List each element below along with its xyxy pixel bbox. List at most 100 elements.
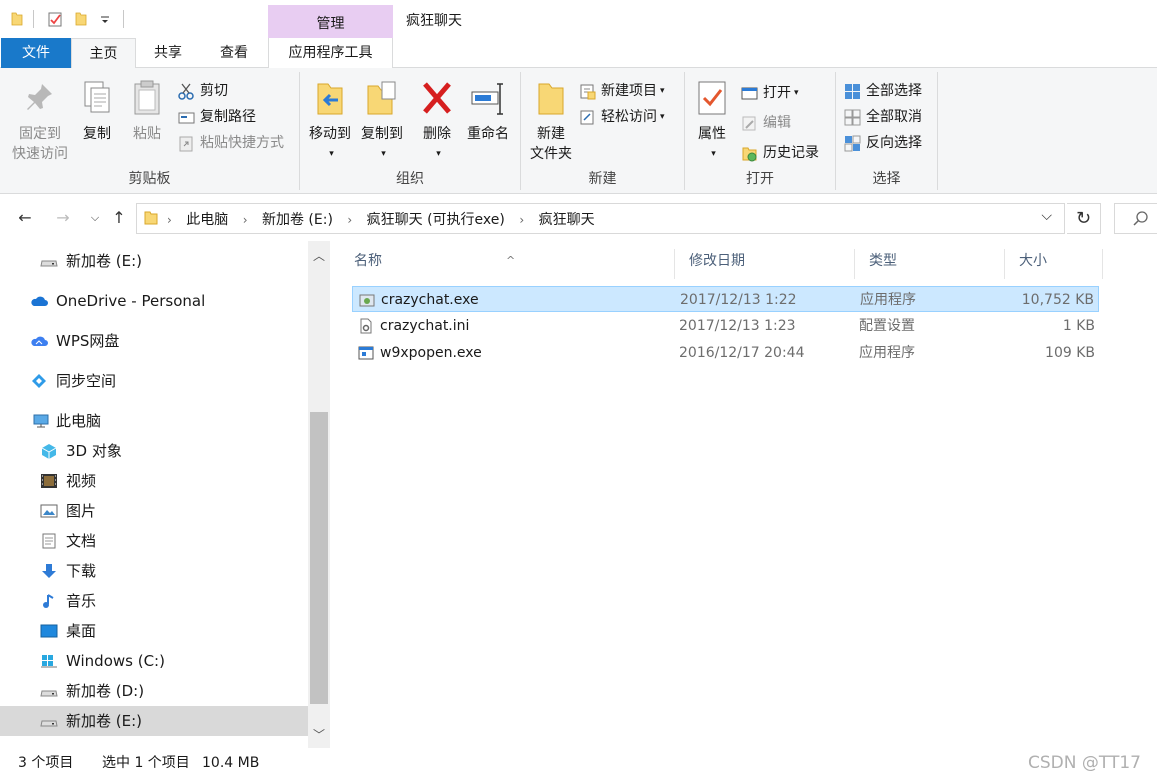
column-header-name[interactable]: 名称 ^: [340, 249, 675, 279]
scrollbar-thumb[interactable]: [310, 412, 328, 704]
back-arrow-icon[interactable]: ←: [14, 207, 36, 229]
properties-button[interactable]: 属性 ▾: [691, 78, 733, 164]
refresh-icon[interactable]: ↻: [1067, 203, 1101, 234]
nav-item-desktop[interactable]: 桌面: [0, 616, 308, 646]
tab-share[interactable]: 共享: [138, 38, 198, 68]
delete-dropdown-icon: ▾: [436, 149, 441, 159]
breadcrumb-current-folder[interactable]: 疯狂聊天: [539, 212, 595, 228]
file-row[interactable]: crazychat.exe 2017/12/13 1:22 应用程序 10,75…: [352, 286, 1099, 312]
paste-button[interactable]: 粘贴: [124, 78, 170, 144]
select-all-button[interactable]: 全部选择: [844, 80, 922, 102]
new-item-dropdown-icon: ▾: [660, 86, 665, 96]
navigation-bar: ← → ⌵ ↑ › 此电脑 › 新加卷 (E:) › 疯狂聊天 (可执行exe)…: [0, 197, 1157, 241]
nav-item-videos[interactable]: 视频: [0, 466, 308, 496]
item-count: 3 个项目: [18, 755, 74, 771]
copy-path-icon: [178, 112, 195, 124]
edit-button[interactable]: 编辑: [741, 112, 791, 134]
file-size: 109 KB: [1045, 345, 1095, 361]
delete-label: 删除: [423, 126, 451, 142]
breadcrumb-this-pc[interactable]: 此电脑: [186, 212, 228, 228]
paste-shortcut-button[interactable]: 粘贴快捷方式: [178, 132, 284, 154]
copy-button[interactable]: 复制: [74, 78, 120, 144]
nav-item-drive-e-top[interactable]: 新加卷 (E:): [0, 246, 308, 276]
nav-item-documents[interactable]: 文档: [0, 526, 308, 556]
status-bar: 3 个项目 选中 1 个项目 10.4 MB CSDN @TT17: [0, 748, 1157, 779]
file-date: 2017/12/13 1:22: [680, 292, 797, 308]
file-date: 2017/12/13 1:23: [679, 318, 796, 334]
breadcrumb-separator-icon: ›: [347, 213, 353, 227]
tab-home[interactable]: 主页: [71, 38, 136, 69]
new-group-label: 新建: [588, 171, 617, 187]
tab-app-tools[interactable]: 应用程序工具: [268, 38, 393, 68]
search-box[interactable]: [1114, 203, 1157, 234]
config-settings-icon: [360, 318, 372, 334]
scroll-down-chevron-icon[interactable]: ﹀: [308, 724, 330, 746]
nav-item-downloads[interactable]: 下载: [0, 556, 308, 586]
desktop-icon: [40, 624, 58, 638]
nav-item-3d-objects[interactable]: 3D 对象: [0, 436, 308, 466]
properties-check-icon[interactable]: [48, 11, 62, 27]
history-button[interactable]: 历史记录: [741, 142, 819, 164]
document-icon: [42, 533, 56, 549]
column-header-type[interactable]: 类型: [855, 249, 1005, 279]
file-type: 应用程序: [860, 292, 916, 308]
column-header-size[interactable]: 大小: [1005, 249, 1103, 279]
up-arrow-icon[interactable]: ↑: [108, 207, 130, 229]
navigation-pane-scrollbar[interactable]: ︿ ﹀: [308, 241, 330, 748]
folder-icon[interactable]: [10, 11, 24, 27]
select-none-button[interactable]: 全部取消: [844, 106, 922, 128]
select-group-label: 选择: [872, 171, 901, 187]
breadcrumb-parent-folder[interactable]: 疯狂聊天 (可执行exe): [367, 212, 505, 228]
pin-to-quick-access-button[interactable]: 固定到 快速访问: [8, 78, 72, 164]
paste-icon: [134, 80, 160, 115]
copy-to-button[interactable]: 复制到 ▾: [356, 78, 408, 164]
rename-button[interactable]: 重命名: [462, 78, 514, 144]
file-row[interactable]: crazychat.ini 2017/12/13 1:23 配置设置 1 KB: [352, 313, 1099, 339]
qat-dropdown-icon[interactable]: [98, 11, 112, 27]
video-film-icon: [41, 474, 57, 488]
file-row[interactable]: w9xpopen.exe 2016/12/17 20:44 应用程序 109 K…: [352, 340, 1099, 366]
column-header-date[interactable]: 修改日期: [675, 249, 855, 279]
easy-access-button[interactable]: 轻松访问 ▾: [579, 106, 665, 128]
forward-arrow-icon[interactable]: →: [52, 207, 74, 229]
nav-item-this-pc[interactable]: 此电脑: [0, 406, 308, 436]
invert-selection-button[interactable]: 反向选择: [844, 132, 922, 154]
scroll-up-chevron-icon[interactable]: ︿: [308, 245, 330, 267]
edit-pencil-icon: [742, 116, 756, 131]
file-list: 名称 ^ 修改日期 类型 大小 crazychat.exe 2017/12/13…: [340, 241, 1157, 748]
move-to-button[interactable]: 移动到 ▾: [304, 78, 356, 164]
nav-item-onedrive[interactable]: OneDrive - Personal: [0, 286, 308, 316]
easy-access-dropdown-icon: ▾: [660, 112, 665, 122]
nav-item-drive-d[interactable]: 新加卷 (D:): [0, 676, 308, 706]
file-name: crazychat.exe: [381, 292, 479, 308]
selected-count: 选中 1 个项目: [102, 755, 190, 771]
address-bar[interactable]: › 此电脑 › 新加卷 (E:) › 疯狂聊天 (可执行exe) › 疯狂聊天 …: [136, 203, 1065, 234]
nav-item-wps-cloud[interactable]: WPS网盘: [0, 326, 308, 356]
invert-selection-icon: [844, 135, 861, 152]
executable-app-icon: [359, 294, 375, 307]
cut-button[interactable]: 剪切: [178, 80, 228, 102]
scissors-icon: [178, 83, 194, 100]
nav-item-drive-e[interactable]: 新加卷 (E:): [0, 706, 308, 736]
drive-icon: [40, 720, 58, 727]
navigation-pane: 新加卷 (E:) OneDrive - Personal WPS网盘 同步空间 …: [0, 241, 330, 748]
new-folder-button[interactable]: 新建 文件夹: [523, 78, 579, 164]
recent-locations-chevron-down-icon[interactable]: ⌵: [84, 207, 106, 229]
copy-path-button[interactable]: 复制路径: [178, 106, 256, 128]
nav-item-pictures[interactable]: 图片: [0, 496, 308, 526]
pin-label-line1: 固定到: [19, 126, 61, 142]
breadcrumb-drive-e[interactable]: 新加卷 (E:): [262, 212, 333, 228]
nav-item-drive-c[interactable]: Windows (C:): [0, 646, 308, 676]
file-size: 10,752 KB: [1021, 292, 1094, 308]
delete-button[interactable]: 删除 ▾: [416, 78, 458, 164]
open-button[interactable]: 打开 ▾: [741, 82, 799, 104]
nav-item-sync-space[interactable]: 同步空间: [0, 366, 308, 396]
pictures-icon: [40, 504, 58, 518]
tab-file[interactable]: 文件: [1, 38, 71, 68]
new-folder-icon[interactable]: [74, 11, 88, 27]
new-item-button[interactable]: 新建项目 ▾: [579, 80, 665, 102]
tab-view[interactable]: 查看: [203, 38, 265, 68]
address-history-chevron-down-icon[interactable]: ⌵: [1041, 208, 1052, 224]
nav-item-music[interactable]: 音乐: [0, 586, 308, 616]
windows-drive-icon: [41, 655, 57, 668]
